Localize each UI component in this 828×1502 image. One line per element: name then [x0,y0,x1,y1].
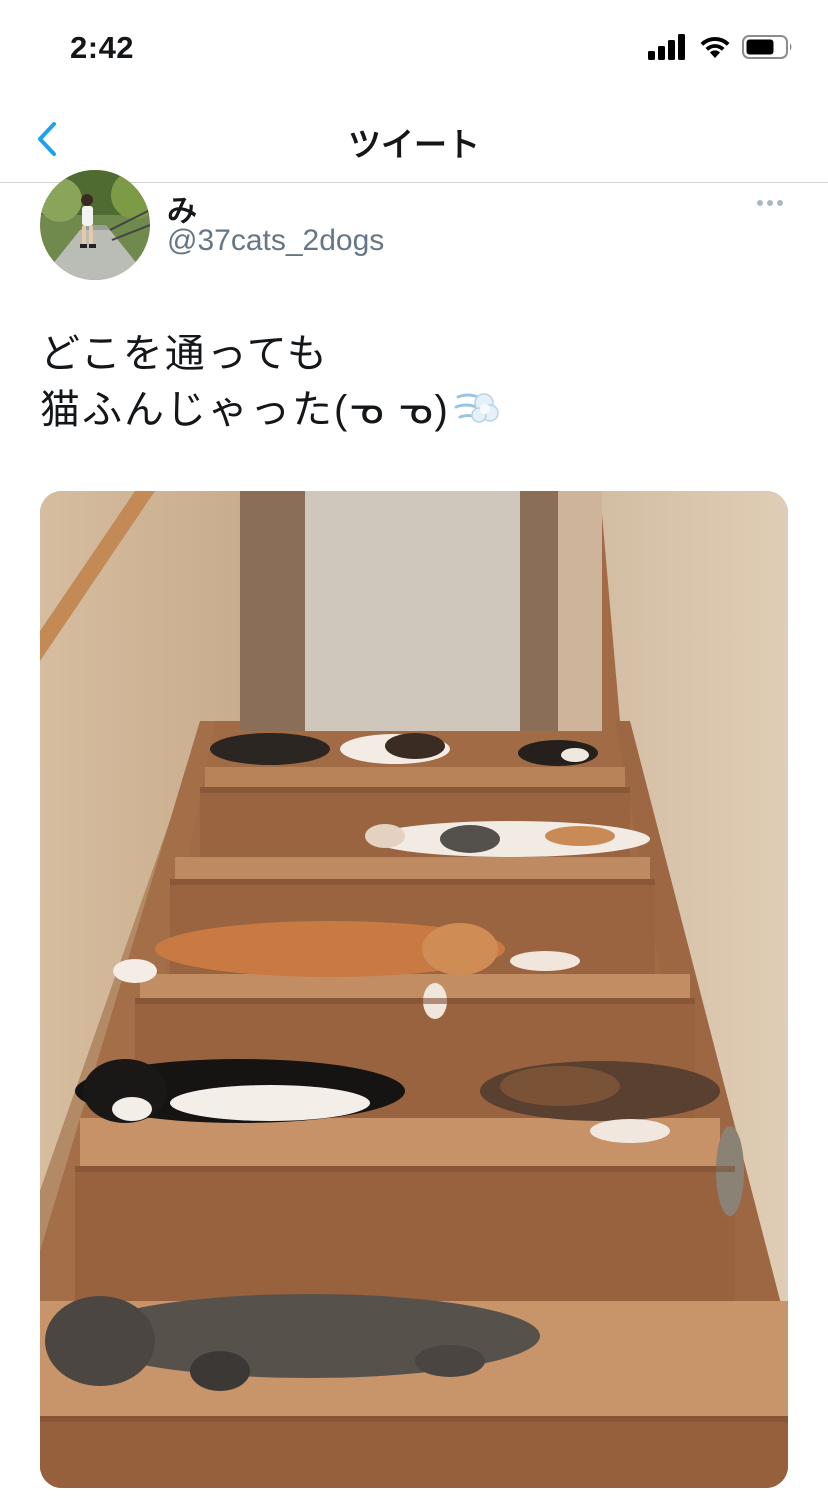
battery-icon [742,35,792,59]
avatar-photo [40,170,150,280]
tweet-text: どこを通っても 猫ふんじゃった(ᓀ ᓀ) [40,326,780,438]
cellular-signal-icon [648,34,685,60]
tweet-text-line: 猫ふんじゃった(ᓀ ᓀ) [40,388,450,432]
page-title: ツイート [348,126,480,163]
status-bar: 2:42 [0,0,828,96]
tweet-text-line-with-emoji: 猫ふんじゃった(ᓀ ᓀ) [40,382,780,438]
dash-emoji-icon [454,393,499,423]
navigation-bar: ツイート [0,96,828,183]
avatar[interactable] [40,170,150,280]
author-handle[interactable]: @37cats_2dogs [167,224,384,258]
wifi-icon [700,36,730,58]
status-time: 2:42 [70,30,135,65]
ellipsis-icon[interactable] [748,190,792,216]
tweet-photo[interactable] [40,491,788,1488]
tweet-text-line: どこを通っても [40,332,329,376]
photo-cats-on-stairs [40,491,788,1488]
status-icons [648,34,794,60]
